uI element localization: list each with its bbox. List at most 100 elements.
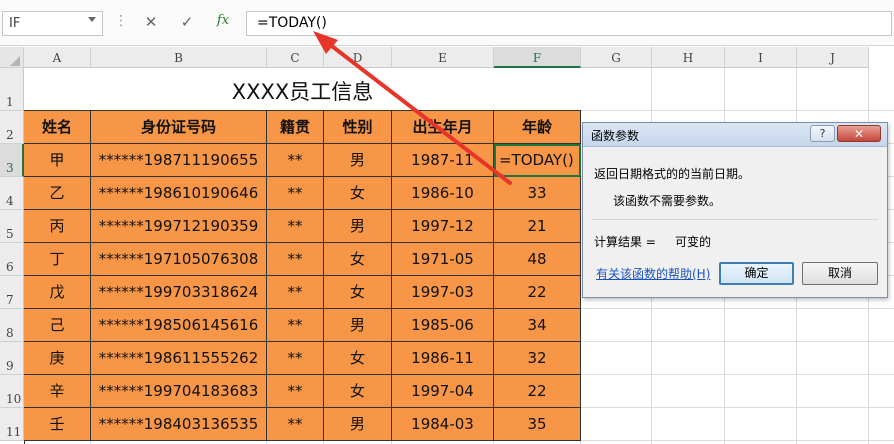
table-cell[interactable]: 乙 (24, 177, 91, 210)
table-cell[interactable]: 1997-04 (392, 375, 494, 408)
table-cell[interactable]: 22 (494, 276, 581, 309)
chevron-down-icon[interactable] (88, 17, 96, 22)
table-cell[interactable]: ** (267, 276, 324, 309)
column-header[interactable]: E (392, 47, 494, 68)
row-header[interactable]: 6 (0, 243, 24, 276)
table-header-cell[interactable]: 籍贯 (267, 111, 324, 144)
table-cell[interactable]: 1997-12 (392, 210, 494, 243)
table-cell[interactable]: 女 (324, 177, 392, 210)
dialog-title: 函数参数 (591, 129, 640, 143)
table-cell[interactable]: ** (267, 243, 324, 276)
result-value: 可变的 (675, 235, 712, 249)
close-icon[interactable]: ✕ (837, 125, 881, 142)
row-number: 8 (6, 326, 14, 340)
column-header[interactable]: I (725, 47, 797, 68)
name-box[interactable]: IF (2, 11, 103, 36)
table-cell[interactable]: 21 (494, 210, 581, 243)
table-cell[interactable]: ** (267, 309, 324, 342)
table-cell[interactable]: ******198403136535 (91, 408, 267, 441)
column-header[interactable]: A (24, 47, 91, 68)
table-cell[interactable]: 壬 (24, 408, 91, 441)
row-header[interactable]: 11 (0, 408, 24, 441)
table-cell[interactable]: 男 (324, 309, 392, 342)
help-icon[interactable]: ? (810, 125, 835, 142)
cancel-button[interactable]: 取消 (802, 262, 878, 285)
table-cell[interactable]: 女 (324, 342, 392, 375)
table-cell[interactable]: ******198711190655 (91, 144, 267, 177)
table-cell[interactable]: ******199704183683 (91, 375, 267, 408)
table-cell[interactable]: ** (267, 210, 324, 243)
row-header[interactable]: 4 (0, 177, 24, 210)
table-header-cell[interactable]: 出生年月 (392, 111, 494, 144)
table-cell[interactable]: 48 (494, 243, 581, 276)
table-header-cell[interactable]: 姓名 (24, 111, 91, 144)
table-cell[interactable]: 戊 (24, 276, 91, 309)
row-header[interactable]: 10 (0, 375, 24, 408)
table-cell[interactable]: 1987-11 (392, 144, 494, 177)
row-number: 11 (6, 425, 22, 439)
table-cell[interactable]: 1984-03 (392, 408, 494, 441)
column-header[interactable]: J (797, 47, 869, 68)
table-cell[interactable]: ** (267, 342, 324, 375)
table-cell[interactable]: 女 (324, 243, 392, 276)
row-header[interactable]: 9 (0, 342, 24, 375)
table-cell[interactable]: 32 (494, 342, 581, 375)
table-header-cell[interactable]: 年龄 (494, 111, 581, 144)
enter-formula-button[interactable]: ✓ (175, 13, 199, 33)
table-cell[interactable]: 丙 (24, 210, 91, 243)
table-cell[interactable]: 男 (324, 144, 392, 177)
table-cell[interactable]: 1986-11 (392, 342, 494, 375)
table-cell[interactable]: 1986-10 (392, 177, 494, 210)
table-header-cell[interactable]: 身份证号码 (91, 111, 267, 144)
table-cell[interactable]: 女 (324, 375, 392, 408)
table-cell[interactable]: 1985-06 (392, 309, 494, 342)
table-cell[interactable]: ******199703318624 (91, 276, 267, 309)
active-cell[interactable]: =TODAY() (494, 144, 581, 177)
table-cell[interactable]: ** (267, 408, 324, 441)
table-cell[interactable]: 35 (494, 408, 581, 441)
column-header[interactable]: D (324, 47, 392, 68)
table-cell[interactable]: 1997-03 (392, 276, 494, 309)
table-cell[interactable]: ** (267, 177, 324, 210)
insert-function-button[interactable]: fx (211, 13, 235, 33)
row-header[interactable]: 3 (0, 144, 24, 177)
table-cell[interactable]: ******198610190646 (91, 177, 267, 210)
table-cell[interactable]: 34 (494, 309, 581, 342)
row-header[interactable]: 8 (0, 309, 24, 342)
table-cell[interactable]: 男 (324, 408, 392, 441)
table-cell[interactable]: 丁 (24, 243, 91, 276)
row-number: 3 (6, 161, 14, 175)
column-header[interactable]: B (91, 47, 267, 68)
table-cell[interactable]: 己 (24, 309, 91, 342)
table-cell[interactable]: ******198506145616 (91, 309, 267, 342)
column-header[interactable]: C (267, 47, 324, 68)
row-header[interactable]: 2 (0, 111, 24, 144)
table-cell[interactable]: ******199712190359 (91, 210, 267, 243)
ok-button[interactable]: 确定 (719, 262, 794, 285)
table-cell[interactable]: ******198611555262 (91, 342, 267, 375)
row-header[interactable]: 7 (0, 276, 24, 309)
table-cell[interactable]: 22 (494, 375, 581, 408)
row-header[interactable]: 1 (0, 68, 24, 111)
table-cell[interactable]: 庚 (24, 342, 91, 375)
cancel-formula-button[interactable]: ✕ (139, 13, 163, 33)
row-header[interactable]: 5 (0, 210, 24, 243)
column-header[interactable]: F (494, 47, 581, 68)
table-cell[interactable]: 甲 (24, 144, 91, 177)
table-cell[interactable]: 女 (324, 276, 392, 309)
formula-input[interactable]: =TODAY() (246, 11, 892, 36)
column-header[interactable]: G (581, 47, 652, 68)
table-cell[interactable]: ** (267, 375, 324, 408)
function-help-link[interactable]: 有关该函数的帮助(H) (596, 265, 710, 282)
column-header[interactable]: H (652, 47, 725, 68)
table-cell[interactable]: 男 (324, 210, 392, 243)
table-header-cell[interactable]: 性别 (324, 111, 392, 144)
table-cell[interactable]: 33 (494, 177, 581, 210)
sheet-title-cell[interactable]: XXXX员工信息 (24, 68, 581, 111)
table-cell[interactable]: ** (267, 144, 324, 177)
row-number: 1 (6, 95, 14, 109)
row-number: 7 (6, 293, 14, 307)
table-cell[interactable]: ******197105076308 (91, 243, 267, 276)
table-cell[interactable]: 辛 (24, 375, 91, 408)
table-cell[interactable]: 1971-05 (392, 243, 494, 276)
